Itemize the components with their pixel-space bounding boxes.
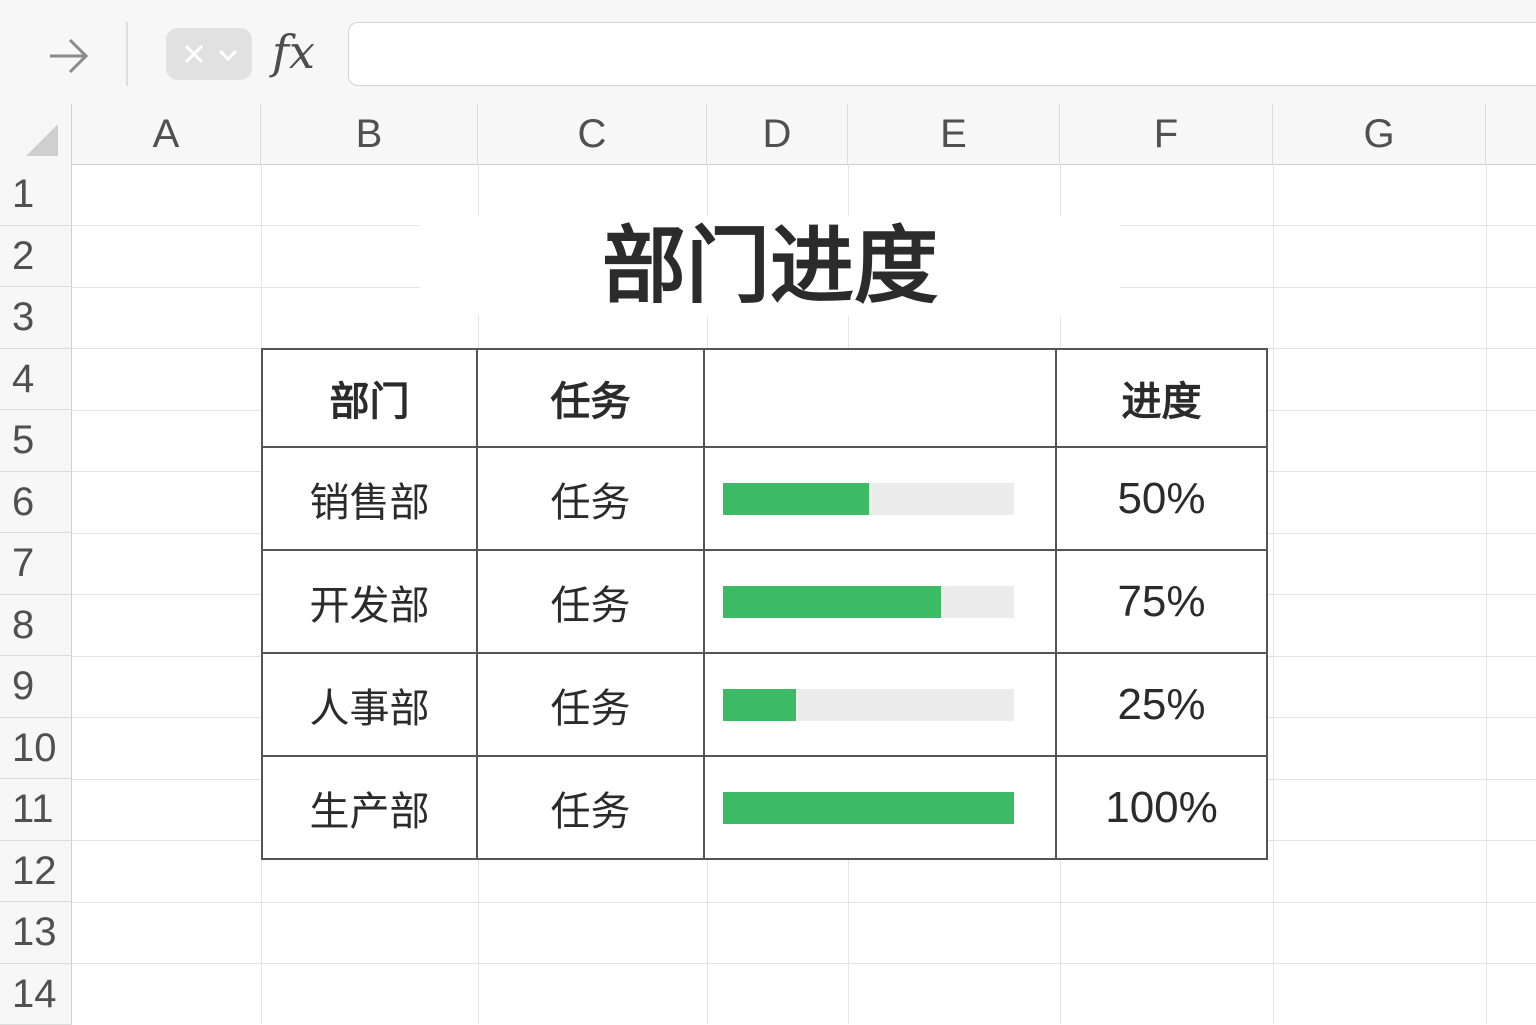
department-cell[interactable]: 销售部	[262, 447, 477, 550]
row-header-12[interactable]: 12	[0, 841, 72, 903]
row-header-13[interactable]: 13	[0, 902, 72, 964]
row-header-8[interactable]: 8	[0, 595, 72, 657]
task-cell[interactable]: 任务	[477, 653, 704, 756]
column-header-e[interactable]: E	[848, 104, 1060, 164]
progress-bar-cell[interactable]	[704, 447, 1056, 550]
task-cell[interactable]: 任务	[477, 756, 704, 859]
percent-cell[interactable]: 75%	[1056, 550, 1267, 653]
row-header-14[interactable]: 14	[0, 964, 72, 1025]
header-task[interactable]: 任务	[477, 349, 704, 447]
select-all-corner[interactable]	[0, 104, 72, 164]
department-cell[interactable]: 人事部	[262, 653, 477, 756]
row-header-column: 1 2 3 4 5 6 7 8 9 10 11 12 13 14	[0, 164, 72, 1024]
column-header-row: A B C D E F G	[0, 104, 1536, 165]
row-header-4[interactable]: 4	[0, 349, 72, 411]
progress-track	[723, 483, 1014, 515]
arrow-right-icon[interactable]	[44, 34, 92, 78]
progress-bar-cell[interactable]	[704, 550, 1056, 653]
row-header-2[interactable]: 2	[0, 226, 72, 288]
column-header-a[interactable]: A	[72, 104, 261, 164]
progress-track	[723, 586, 1014, 618]
task-cell[interactable]: 任务	[477, 550, 704, 653]
sheet-title: 部门进度	[420, 216, 1120, 316]
progress-track	[723, 689, 1014, 721]
percent-cell[interactable]: 100%	[1056, 756, 1267, 859]
progress-fill	[723, 483, 869, 515]
row-header-3[interactable]: 3	[0, 287, 72, 349]
row-header-5[interactable]: 5	[0, 410, 72, 472]
progress-bar-cell[interactable]	[704, 756, 1056, 859]
percent-cell[interactable]: 50%	[1056, 447, 1267, 550]
select-all-triangle-icon	[24, 122, 60, 158]
formula-bar: fx	[0, 0, 1536, 105]
department-cell[interactable]: 生产部	[262, 756, 477, 859]
formula-input[interactable]	[348, 22, 1536, 86]
function-icon[interactable]: fx	[272, 20, 315, 84]
column-header-g[interactable]: G	[1273, 104, 1486, 164]
table-row: 开发部 任务 75%	[262, 550, 1267, 653]
progress-fill	[723, 792, 1014, 824]
table-row: 生产部 任务 100%	[262, 756, 1267, 859]
row-header-6[interactable]: 6	[0, 472, 72, 534]
table-row: 销售部 任务 50%	[262, 447, 1267, 550]
task-cell[interactable]: 任务	[477, 447, 704, 550]
row-header-11[interactable]: 11	[0, 779, 72, 841]
header-department[interactable]: 部门	[262, 349, 477, 447]
progress-bar-cell[interactable]	[704, 653, 1056, 756]
column-header-f[interactable]: F	[1060, 104, 1273, 164]
column-header-d[interactable]: D	[707, 104, 848, 164]
table-row: 人事部 任务 25%	[262, 653, 1267, 756]
column-header-b[interactable]: B	[261, 104, 478, 164]
department-cell[interactable]: 开发部	[262, 550, 477, 653]
progress-fill	[723, 689, 796, 721]
row-header-10[interactable]: 10	[0, 718, 72, 780]
cancel-confirm-buttons	[166, 28, 252, 80]
header-progress[interactable]: 进度	[1056, 349, 1267, 447]
progress-table: 部门 任务 进度 销售部 任务 50% 开发部 任务 75% 人事部 任务	[261, 348, 1268, 860]
row-header-7[interactable]: 7	[0, 533, 72, 595]
column-header-c[interactable]: C	[478, 104, 707, 164]
header-progress-bar[interactable]	[704, 349, 1056, 447]
progress-track	[723, 792, 1014, 824]
toolbar-separator	[126, 22, 128, 86]
percent-cell[interactable]: 25%	[1056, 653, 1267, 756]
table-header-row: 部门 任务 进度	[262, 349, 1267, 447]
cancel-icon[interactable]	[182, 42, 206, 66]
progress-fill	[723, 586, 941, 618]
confirm-icon[interactable]	[216, 42, 240, 66]
row-header-1[interactable]: 1	[0, 164, 72, 226]
row-header-9[interactable]: 9	[0, 656, 72, 718]
